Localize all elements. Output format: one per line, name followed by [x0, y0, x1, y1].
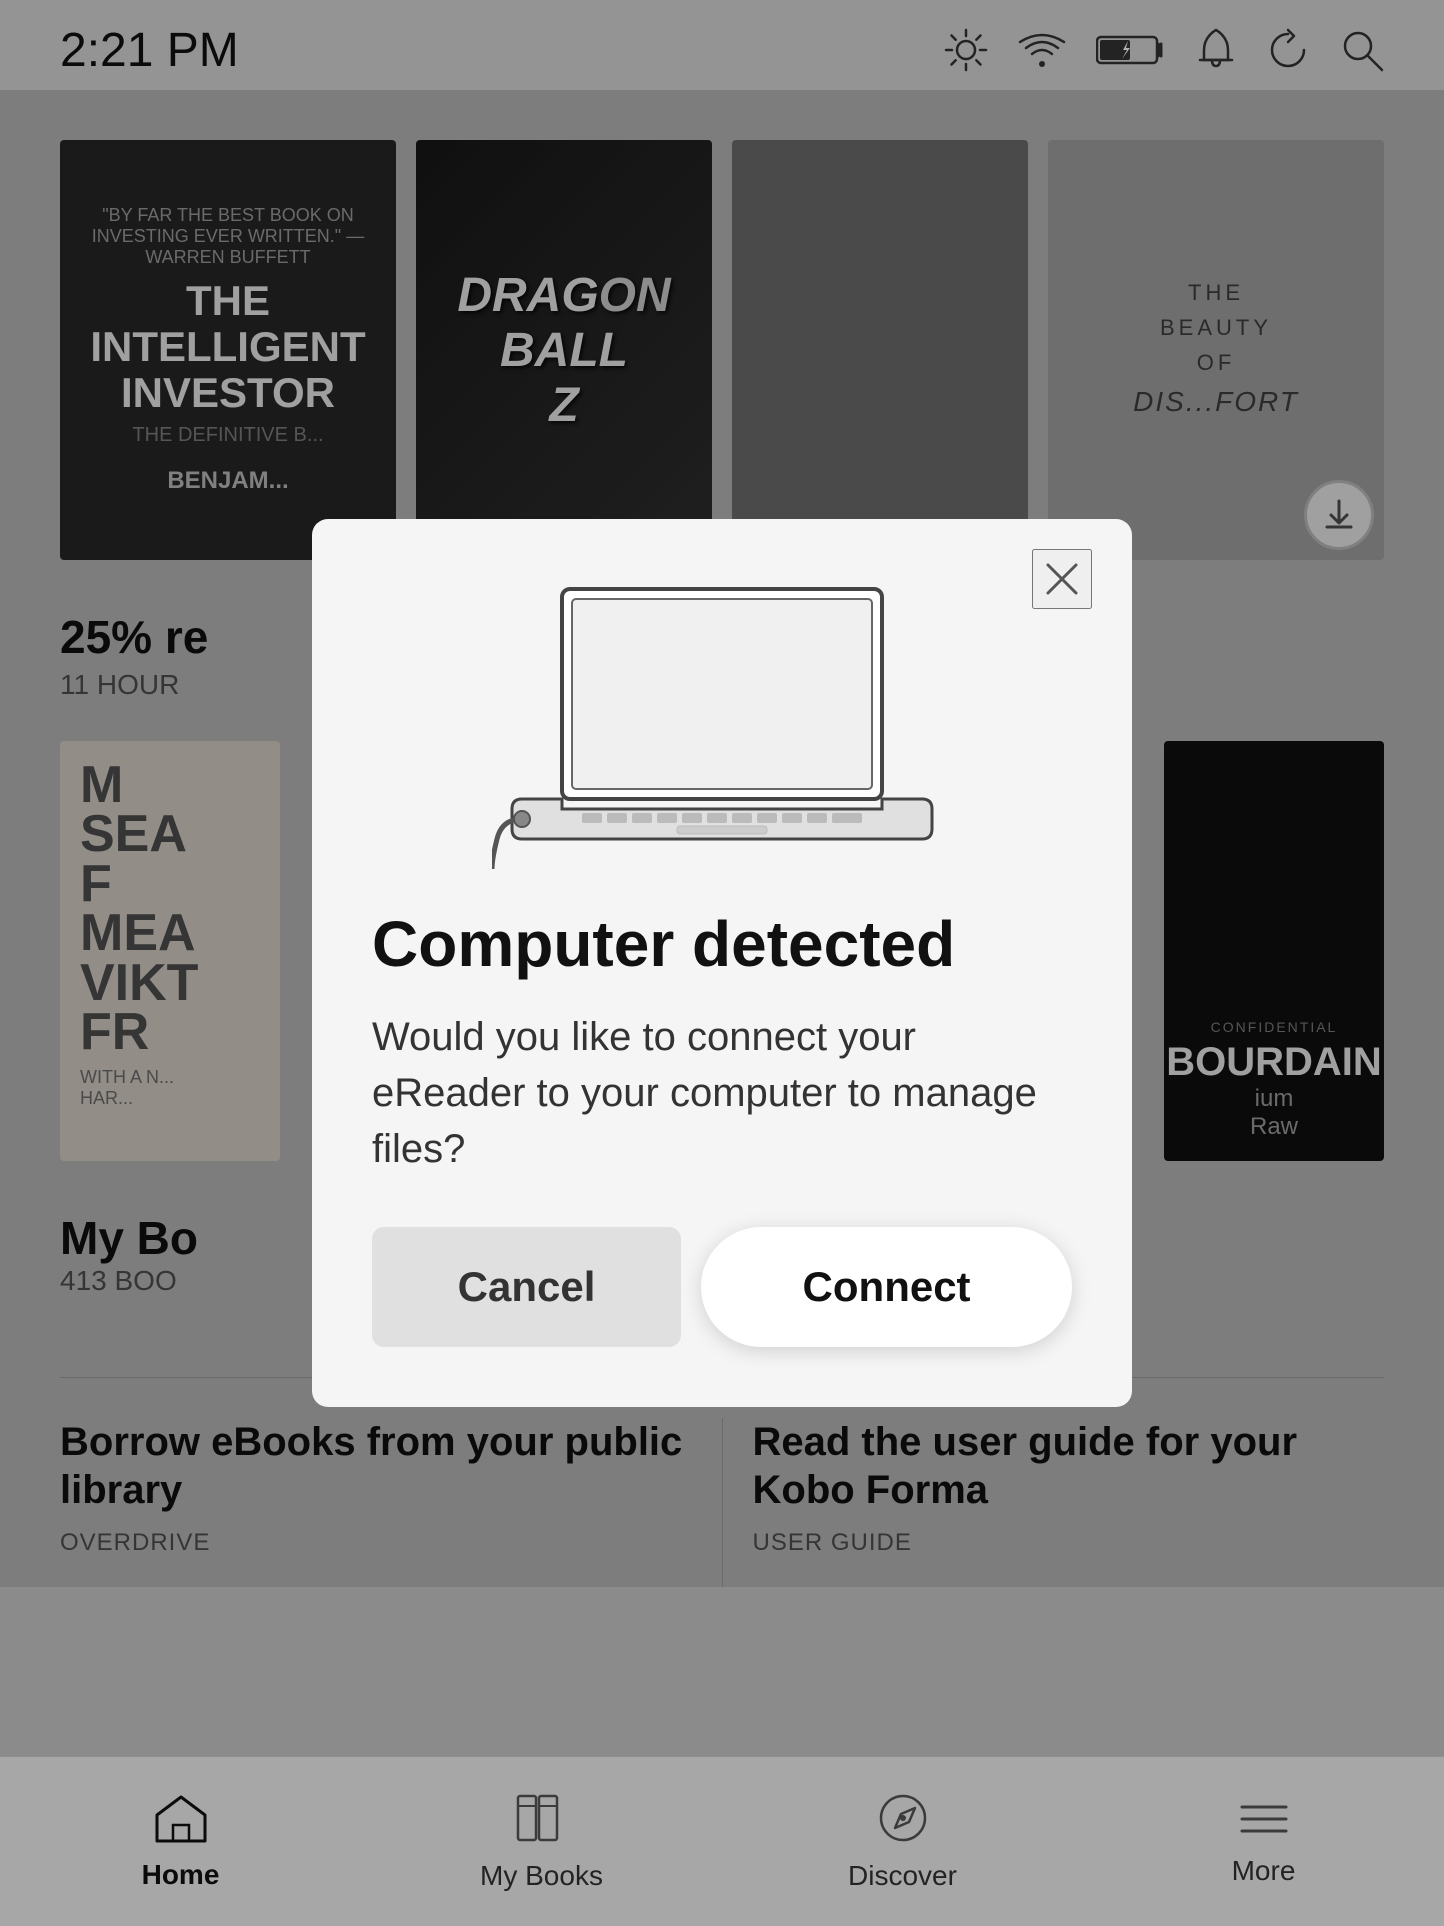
modal-overlay: Computer detected Would you like to conn… [0, 0, 1444, 1926]
modal-body: Would you like to connect your eReader t… [372, 1009, 1072, 1177]
laptop-illustration [492, 569, 952, 869]
modal-title: Computer detected [372, 909, 1072, 979]
computer-detected-modal: Computer detected Would you like to conn… [312, 519, 1132, 1407]
connect-button[interactable]: Connect [701, 1227, 1072, 1347]
modal-buttons: Cancel Connect [372, 1227, 1072, 1347]
cancel-button[interactable]: Cancel [372, 1227, 681, 1347]
modal-close-button[interactable] [1032, 549, 1092, 609]
